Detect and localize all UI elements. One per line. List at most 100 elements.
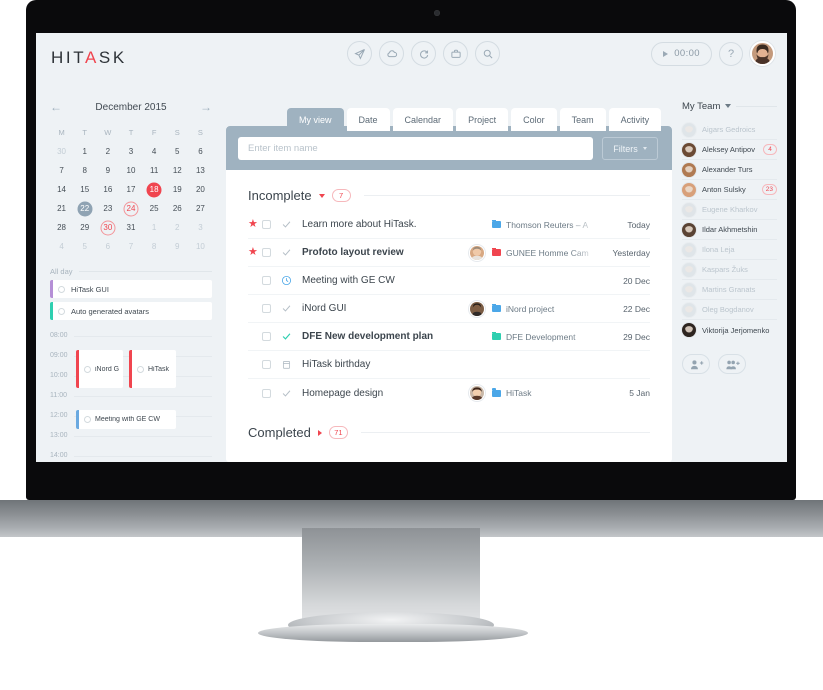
- calendar-day[interactable]: 9: [96, 162, 119, 179]
- calendar-day[interactable]: 4: [50, 238, 73, 255]
- add-person-button[interactable]: [682, 354, 710, 374]
- calendar-day[interactable]: 16: [96, 181, 119, 198]
- tab-calendar[interactable]: Calendar: [392, 108, 454, 131]
- task-assignee-avatar[interactable]: [469, 300, 485, 317]
- task-project[interactable]: Thomson Reuters – A: [492, 219, 598, 230]
- task-project[interactable]: DFE Development: [492, 331, 598, 342]
- team-member-row[interactable]: Ilona Leja: [682, 240, 777, 260]
- timeline-event[interactable]: HiTask: [129, 350, 176, 388]
- timeline-event[interactable]: iNord G: [76, 350, 123, 388]
- star-icon[interactable]: ★: [248, 219, 262, 230]
- calendar-day[interactable]: 13: [189, 162, 212, 179]
- task-row[interactable]: ★ iNord GUI iNord project 22 Dec: [248, 295, 650, 323]
- calendar-day[interactable]: 11: [143, 162, 166, 179]
- tab-my-view[interactable]: My view: [287, 108, 344, 131]
- team-member-row[interactable]: Ildar Akhmetshin: [682, 220, 777, 240]
- task-checkbox[interactable]: [262, 276, 271, 285]
- team-member-row[interactable]: Martins Granats: [682, 280, 777, 300]
- star-icon[interactable]: ★: [248, 359, 262, 370]
- calendar-day[interactable]: 27: [189, 200, 212, 217]
- task-row[interactable]: ★ HiTask birthday: [248, 351, 650, 379]
- calendar-day[interactable]: 9: [166, 238, 189, 255]
- briefcase-icon-button[interactable]: [443, 41, 468, 66]
- calendar-day[interactable]: 5: [73, 238, 96, 255]
- calendar-day[interactable]: 7: [50, 162, 73, 179]
- team-member-row[interactable]: Aleksey Antipov 4: [682, 140, 777, 160]
- calendar-day[interactable]: 21: [50, 200, 73, 217]
- task-row[interactable]: ★ Meeting with GE CW 20 Dec: [248, 267, 650, 295]
- search-input[interactable]: [238, 137, 593, 160]
- team-member-row[interactable]: Eugene Kharkov: [682, 200, 777, 220]
- tab-color[interactable]: Color: [511, 108, 557, 131]
- calendar-day[interactable]: 22: [73, 200, 96, 217]
- chevron-down-icon[interactable]: [318, 193, 325, 198]
- task-project[interactable]: iNord project: [492, 303, 598, 314]
- calendar-day[interactable]: 7: [119, 238, 142, 255]
- task-row[interactable]: ★ Homepage design HiTask 5 Jan: [248, 379, 650, 407]
- completed-section-header[interactable]: Completed 71: [248, 407, 650, 448]
- task-checkbox[interactable]: [262, 304, 271, 313]
- calendar-day[interactable]: 5: [166, 143, 189, 160]
- calendar-day[interactable]: 28: [50, 219, 73, 236]
- event-checkbox[interactable]: [137, 365, 144, 373]
- add-team-button[interactable]: [718, 354, 746, 374]
- star-icon[interactable]: ★: [248, 388, 262, 399]
- team-member-row[interactable]: Oleg Bogdanov: [682, 300, 777, 320]
- calendar-day[interactable]: 4: [143, 143, 166, 160]
- event-checkbox[interactable]: [58, 285, 65, 293]
- calendar-day[interactable]: 26: [166, 200, 189, 217]
- calendar-day[interactable]: 14: [50, 181, 73, 198]
- calendar-day[interactable]: 10: [119, 162, 142, 179]
- task-checkbox[interactable]: [262, 332, 271, 341]
- calendar-next-button[interactable]: →: [200, 101, 212, 113]
- incomplete-section-header[interactable]: Incomplete 7: [248, 170, 650, 211]
- calendar-day[interactable]: 31: [119, 219, 142, 236]
- calendar-day[interactable]: 30: [96, 219, 119, 236]
- calendar-day[interactable]: 15: [73, 181, 96, 198]
- tab-team[interactable]: Team: [559, 108, 606, 131]
- task-checkbox[interactable]: [262, 248, 271, 257]
- star-icon[interactable]: ★: [248, 303, 262, 314]
- all-day-event[interactable]: Auto generated avatars: [50, 302, 212, 320]
- task-assignee-avatar[interactable]: [469, 385, 485, 401]
- calendar-day[interactable]: 6: [189, 143, 212, 160]
- help-button[interactable]: ?: [719, 41, 743, 66]
- calendar-day[interactable]: 24: [119, 200, 142, 217]
- event-checkbox[interactable]: [84, 416, 91, 423]
- task-project[interactable]: GUNEE Homme Cam: [492, 247, 598, 258]
- calendar-day[interactable]: 8: [73, 162, 96, 179]
- refresh-icon-button[interactable]: [411, 41, 436, 66]
- calendar-day[interactable]: 3: [119, 143, 142, 160]
- calendar-prev-button[interactable]: ←: [50, 101, 62, 113]
- search-icon-button[interactable]: [475, 41, 500, 66]
- calendar-day[interactable]: 23: [96, 200, 119, 217]
- task-row[interactable]: ★ DFE New development plan DFE Development…: [248, 323, 650, 351]
- calendar-day[interactable]: 2: [96, 143, 119, 160]
- cloud-icon-button[interactable]: [379, 41, 404, 66]
- team-header[interactable]: My Team: [682, 92, 777, 120]
- event-checkbox[interactable]: [58, 307, 65, 315]
- user-avatar[interactable]: [750, 41, 775, 66]
- calendar-day[interactable]: 18: [143, 181, 166, 198]
- calendar-day[interactable]: 3: [189, 219, 212, 236]
- calendar-day[interactable]: 1: [73, 143, 96, 160]
- calendar-day[interactable]: 19: [166, 181, 189, 198]
- all-day-event[interactable]: HiTask GUI: [50, 280, 212, 298]
- chevron-down-icon[interactable]: [725, 104, 732, 108]
- calendar-day[interactable]: 1: [143, 219, 166, 236]
- task-project[interactable]: HiTask: [492, 388, 598, 398]
- calendar-day[interactable]: 25: [143, 200, 166, 217]
- task-assignee-avatar[interactable]: [469, 244, 485, 261]
- timeline-event[interactable]: Meeting with GE CW: [76, 410, 176, 429]
- timer-button[interactable]: 00:00: [651, 41, 712, 66]
- star-icon[interactable]: ★: [248, 275, 262, 286]
- tab-project[interactable]: Project: [456, 108, 509, 131]
- team-member-row[interactable]: Alexander Turs: [682, 160, 777, 180]
- calendar-day[interactable]: 2: [166, 219, 189, 236]
- calendar-day[interactable]: 20: [189, 181, 212, 198]
- calendar-day[interactable]: 12: [166, 162, 189, 179]
- star-icon[interactable]: ★: [248, 247, 262, 258]
- team-member-row[interactable]: Viktorija Jerjomenko: [682, 320, 777, 340]
- filters-button[interactable]: Filters: [602, 137, 658, 160]
- calendar-day[interactable]: 30: [50, 143, 73, 160]
